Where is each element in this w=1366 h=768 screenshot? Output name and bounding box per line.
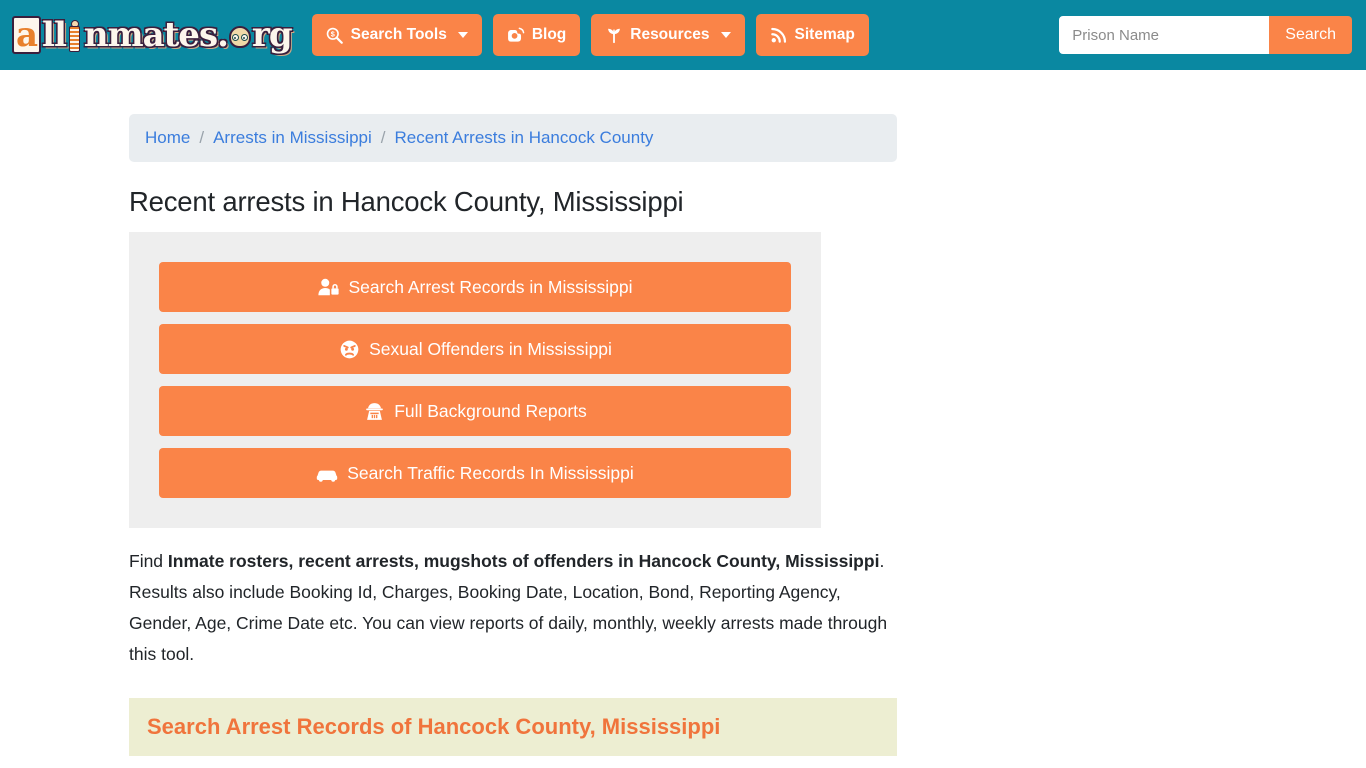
nav-search-tools-button[interactable]: $ Search Tools <box>311 14 482 56</box>
search-input[interactable] <box>1059 16 1270 54</box>
cta-label: Full Background Reports <box>394 400 587 421</box>
section-banner-title: Search Arrest Records of Hancock County,… <box>147 714 721 739</box>
user-lock-icon <box>318 276 340 298</box>
cta-sexual-offenders-button[interactable]: Sexual Offenders in Mississippi <box>159 324 791 374</box>
nav-search-tools-label: Search Tools <box>350 26 447 43</box>
breadcrumb-item-arrests-mississippi[interactable]: Arrests in Mississippi <box>213 128 372 148</box>
section-banner: Search Arrest Records of Hancock County,… <box>129 698 897 756</box>
cta-search-arrest-records-button[interactable]: Search Arrest Records in Mississippi <box>159 262 791 312</box>
nav-sitemap-button[interactable]: Sitemap <box>755 14 869 56</box>
search-submit-button[interactable]: Search <box>1269 16 1352 54</box>
nav-resources-button[interactable]: Resources <box>591 14 745 56</box>
cta-label: Search Arrest Records in Mississippi <box>348 276 633 297</box>
site-header: a ll nmates. rg $ Search Tools Blog Reso… <box>0 0 1366 70</box>
nav-blog-label: Blog <box>531 26 567 43</box>
intro-bold: Inmate rosters, recent arrests, mugshots… <box>167 551 880 571</box>
intro-lead: Find <box>129 551 168 571</box>
nav-sitemap-label: Sitemap <box>794 26 855 43</box>
site-logo-link[interactable]: a ll nmates. rg <box>12 13 293 57</box>
breadcrumb-item-current[interactable]: Recent Arrests in Hancock County <box>395 128 654 148</box>
logo-dot: . <box>217 15 229 55</box>
angry-face-icon <box>338 338 360 360</box>
logo-letter-a: a <box>12 16 42 54</box>
chevron-down-icon <box>720 32 731 38</box>
logo-letters-ll: ll <box>42 15 67 55</box>
car-icon <box>316 462 338 484</box>
cta-search-traffic-records-button[interactable]: Search Traffic Records In Mississippi <box>159 448 791 498</box>
breadcrumb-separator: / <box>380 128 386 147</box>
cta-full-background-reports-button[interactable]: Full Background Reports <box>159 386 791 436</box>
cta-label: Search Traffic Records In Mississippi <box>347 462 634 483</box>
logo-letters-rg: rg <box>251 15 293 55</box>
logo-letters-nmates: nmates <box>83 15 218 55</box>
breadcrumb-separator: / <box>199 128 205 147</box>
main-nav: $ Search Tools Blog Resources Sitemap <box>311 14 869 56</box>
prisoner-face-icon <box>228 26 251 48</box>
inmate-figure-icon <box>67 20 83 54</box>
search-dollar-icon: $ <box>326 26 344 44</box>
blogger-b-icon <box>507 26 525 44</box>
svg-text:$: $ <box>331 29 335 38</box>
seedling-icon <box>605 26 623 44</box>
page-title: Recent arrests in Hancock County, Missis… <box>129 186 684 217</box>
cta-panel: Search Arrest Records in Mississippi Sex… <box>129 232 821 528</box>
content-column: Home / Arrests in Mississippi / Recent A… <box>129 114 897 756</box>
cta-label: Sexual Offenders in Mississippi <box>369 338 612 359</box>
nav-blog-button[interactable]: Blog <box>492 14 581 56</box>
breadcrumb: Home / Arrests in Mississippi / Recent A… <box>129 114 897 162</box>
user-secret-icon <box>363 400 385 422</box>
intro-paragraph: Find Inmate rosters, recent arrests, mug… <box>129 546 891 670</box>
header-search-form: Search <box>1059 16 1352 54</box>
nav-resources-label: Resources <box>630 26 710 43</box>
content-wrap: Home / Arrests in Mississippi / Recent A… <box>0 70 1366 756</box>
site-logo-text: a ll nmates. rg <box>12 15 293 55</box>
chevron-down-icon <box>457 32 468 38</box>
breadcrumb-item-home[interactable]: Home <box>145 128 190 148</box>
rss-feed-icon <box>770 26 788 44</box>
